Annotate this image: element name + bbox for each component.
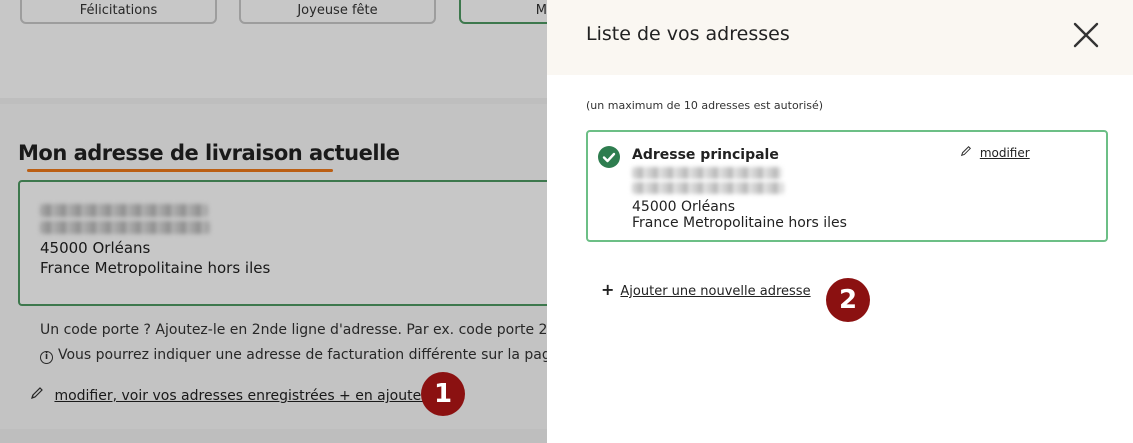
- address-card-main[interactable]: Adresse principale 45000 Orléans France …: [586, 130, 1108, 242]
- close-icon[interactable]: [1072, 21, 1100, 49]
- annotation-badge-1: 1: [421, 372, 465, 416]
- address-card-name: Adresse principale: [632, 147, 779, 163]
- modify-label[interactable]: modifier: [980, 146, 1030, 160]
- pencil-icon: [960, 145, 976, 160]
- check-circle-icon: [598, 146, 620, 168]
- modify-address-link[interactable]: modifier: [960, 145, 1030, 160]
- redacted-address: [632, 167, 784, 198]
- card-postal-line: 45000 Orléans: [632, 199, 736, 215]
- add-address-label[interactable]: Ajouter une nouvelle adresse: [620, 284, 810, 299]
- card-country-line: France Metropolitaine hors iles: [632, 215, 847, 231]
- address-list-panel: Liste de vos adresses (un maximum de 10 …: [547, 0, 1133, 443]
- panel-header: Liste de vos adresses: [547, 0, 1133, 75]
- annotation-badge-2: 2: [826, 278, 870, 322]
- add-address-link[interactable]: + Ajouter une nouvelle adresse: [601, 280, 811, 299]
- max-addresses-note: (un maximum de 10 adresses est autorisé): [586, 99, 824, 112]
- panel-title: Liste de vos adresses: [586, 23, 790, 45]
- plus-icon: +: [601, 280, 615, 299]
- modal-overlay[interactable]: [0, 0, 547, 443]
